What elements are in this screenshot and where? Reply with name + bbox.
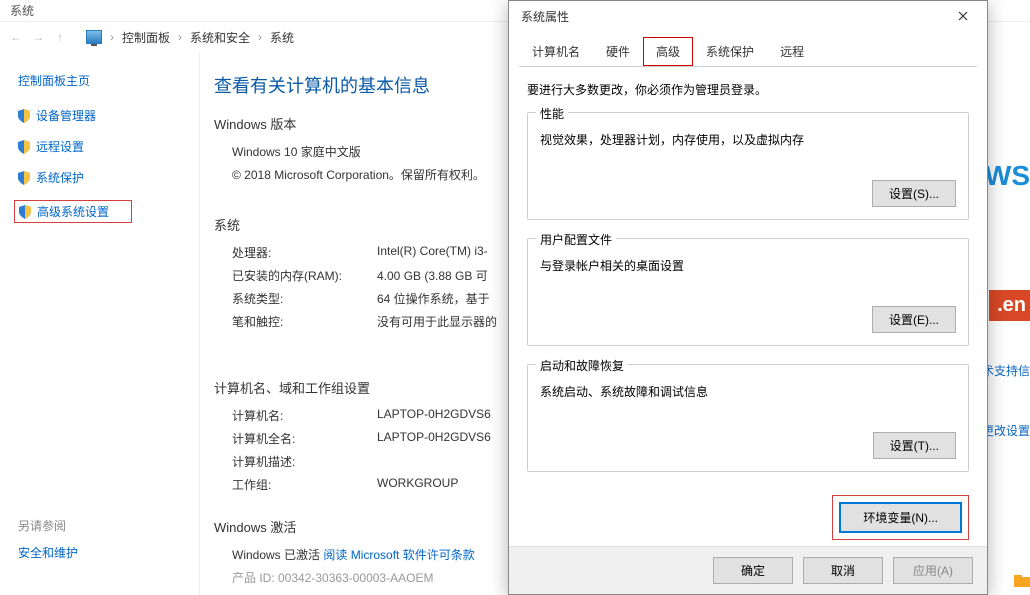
performance-groupbox: 性能 视觉效果，处理器计划，内存使用，以及虚拟内存 设置(S)...: [527, 112, 969, 220]
computer-name-label: 计算机名:: [232, 407, 377, 424]
left-panel: 控制面板主页 设备管理器 远程设置 系统保护 高级系统设置 另请参阅 安全和维护: [0, 52, 200, 595]
chevron-right-icon[interactable]: ›: [108, 30, 116, 44]
dialog-content: 要进行大多数更改，你必须作为管理员登录。 性能 视觉效果，处理器计划，内存使用，…: [509, 67, 987, 489]
system-properties-dialog: 系统属性 计算机名 硬件 高级 系统保护 远程 要进行大多数更改，你必须作为管理…: [508, 0, 988, 595]
security-maintenance-link[interactable]: 安全和维护: [18, 544, 78, 561]
up-arrow-icon[interactable]: ↑: [52, 29, 68, 45]
admin-note: 要进行大多数更改，你必须作为管理员登录。: [527, 81, 969, 98]
windows-logo-peek: WS: [985, 160, 1030, 192]
performance-desc: 视觉效果，处理器计划，内存使用，以及虚拟内存: [540, 131, 956, 148]
startup-recovery-legend: 启动和故障恢复: [536, 357, 628, 374]
computer-fullname-label: 计算机全名:: [232, 430, 377, 447]
dialog-button-row: 确定 取消 应用(A): [509, 546, 987, 594]
remote-settings-link[interactable]: 远程设置: [18, 138, 199, 155]
user-profile-legend: 用户配置文件: [536, 231, 616, 248]
tab-hardware[interactable]: 硬件: [593, 37, 643, 66]
ram-value: 4.00 GB (3.88 GB 可: [377, 267, 488, 284]
performance-legend: 性能: [536, 105, 568, 122]
activation-status: Windows 已激活: [232, 548, 323, 562]
env-vars-row: 环境变量(N)...: [509, 489, 987, 546]
breadcrumb[interactable]: 系统: [270, 29, 294, 46]
pen-touch-label: 笔和触控:: [232, 313, 377, 330]
user-profile-groupbox: 用户配置文件 与登录帐户相关的桌面设置 设置(E)...: [527, 238, 969, 346]
shield-icon: [18, 140, 30, 154]
monitor-icon: [86, 30, 102, 44]
pen-touch-value: 没有可用于此显示器的: [377, 313, 497, 330]
shield-icon: [19, 205, 31, 219]
lenovo-logo-peek: .en: [989, 290, 1030, 321]
link-label: 高级系统设置: [37, 203, 109, 220]
cancel-button[interactable]: 取消: [803, 557, 883, 584]
link-label: 系统保护: [36, 169, 84, 186]
startup-recovery-desc: 系统启动、系统故障和调试信息: [540, 383, 956, 400]
user-profile-desc: 与登录帐户相关的桌面设置: [540, 257, 956, 274]
chevron-right-icon[interactable]: ›: [176, 30, 184, 44]
link-label: 设备管理器: [36, 107, 96, 124]
system-type-label: 系统类型:: [232, 290, 377, 307]
dialog-tabs: 计算机名 硬件 高级 系统保护 远程: [519, 37, 977, 66]
tab-computer-name[interactable]: 计算机名: [519, 37, 593, 66]
support-link-peek[interactable]: 术支持信: [982, 362, 1030, 379]
chevron-right-icon[interactable]: ›: [256, 30, 264, 44]
see-also-header: 另请参阅: [18, 517, 78, 534]
control-panel-home-link[interactable]: 控制面板主页: [18, 72, 199, 89]
tab-advanced[interactable]: 高级: [643, 37, 693, 66]
ram-label: 已安装的内存(RAM):: [232, 267, 377, 284]
tab-system-protection[interactable]: 系统保护: [693, 37, 767, 66]
dialog-title: 系统属性: [521, 8, 569, 25]
advanced-system-settings-link[interactable]: 高级系统设置: [14, 200, 132, 223]
dialog-titlebar: 系统属性: [509, 1, 987, 31]
ok-button[interactable]: 确定: [713, 557, 793, 584]
performance-settings-button[interactable]: 设置(S)...: [872, 180, 956, 207]
license-terms-link[interactable]: 阅读 Microsoft 软件许可条款: [323, 548, 474, 562]
apply-button[interactable]: 应用(A): [893, 557, 973, 584]
processor-value: Intel(R) Core(TM) i3-: [377, 244, 488, 261]
startup-recovery-settings-button[interactable]: 设置(T)...: [873, 432, 956, 459]
close-icon[interactable]: [947, 5, 979, 27]
workgroup-value: WORKGROUP: [377, 476, 458, 493]
link-label: 远程设置: [36, 138, 84, 155]
forward-arrow-icon: →: [30, 29, 46, 45]
system-type-value: 64 位操作系统，基于: [377, 290, 490, 307]
shield-icon: [18, 171, 30, 185]
computer-name-value: LAPTOP-0H2GDVS6: [377, 407, 491, 424]
breadcrumb[interactable]: 控制面板: [122, 29, 170, 46]
shield-icon: [18, 109, 30, 123]
breadcrumb[interactable]: 系统和安全: [190, 29, 250, 46]
computer-fullname-value: LAPTOP-0H2GDVS6: [377, 430, 491, 447]
taskbar-icon-peek: [1014, 575, 1030, 589]
see-also-section: 另请参阅 安全和维护: [18, 517, 78, 575]
startup-recovery-groupbox: 启动和故障恢复 系统启动、系统故障和调试信息 设置(T)...: [527, 364, 969, 472]
device-manager-link[interactable]: 设备管理器: [18, 107, 199, 124]
back-arrow-icon[interactable]: ←: [8, 29, 24, 45]
processor-label: 处理器:: [232, 244, 377, 261]
workgroup-label: 工作组:: [232, 476, 377, 493]
tab-remote[interactable]: 远程: [767, 37, 817, 66]
user-profile-settings-button[interactable]: 设置(E)...: [872, 306, 956, 333]
env-vars-highlight: 环境变量(N)...: [832, 495, 969, 540]
computer-description-label: 计算机描述:: [232, 453, 377, 470]
environment-variables-button[interactable]: 环境变量(N)...: [839, 502, 962, 533]
system-protection-link[interactable]: 系统保护: [18, 169, 199, 186]
